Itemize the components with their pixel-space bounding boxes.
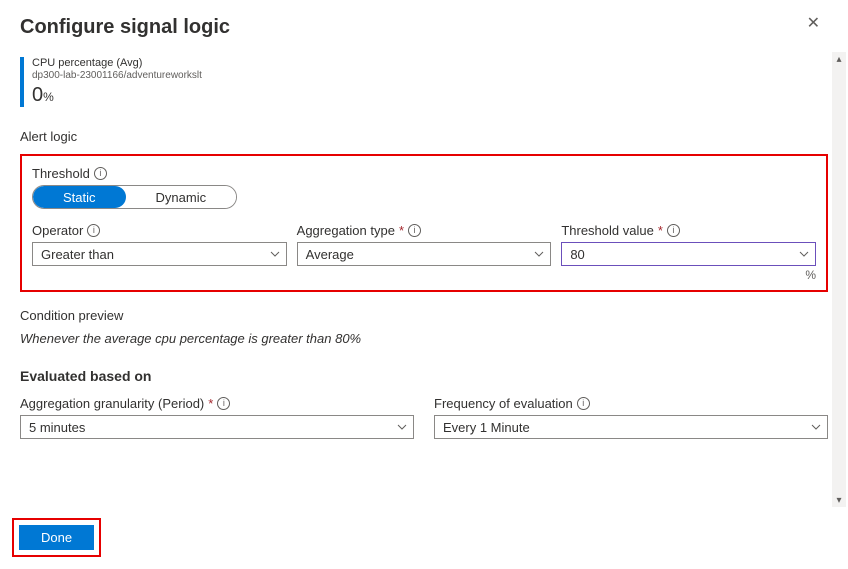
aggregation-select[interactable]: Average xyxy=(297,242,552,266)
condition-preview-label: Condition preview xyxy=(20,308,828,323)
aggregation-value: Average xyxy=(306,247,354,262)
info-icon[interactable]: i xyxy=(217,397,230,410)
aggregation-label: Aggregation type xyxy=(297,223,395,238)
scrollbar[interactable]: ▴ ▾ xyxy=(832,52,846,507)
scroll-down-icon[interactable]: ▾ xyxy=(832,493,846,507)
threshold-value-unit: % xyxy=(561,268,816,282)
metric-value: 0 xyxy=(32,84,43,106)
threshold-dynamic-option[interactable]: Dynamic xyxy=(126,186,237,208)
info-icon[interactable]: i xyxy=(94,167,107,180)
panel-title: Configure signal logic xyxy=(20,16,828,39)
scroll-up-icon[interactable]: ▴ xyxy=(832,52,846,66)
condition-preview-text: Whenever the average cpu percentage is g… xyxy=(20,331,828,346)
threshold-value-label: Threshold value xyxy=(561,223,654,238)
required-marker: * xyxy=(399,223,404,238)
operator-value: Greater than xyxy=(41,247,114,262)
info-icon[interactable]: i xyxy=(408,224,421,237)
granularity-value: 5 minutes xyxy=(29,420,85,435)
close-icon[interactable]: ✕ xyxy=(807,16,820,32)
operator-select[interactable]: Greater than xyxy=(32,242,287,266)
info-icon[interactable]: i xyxy=(667,224,680,237)
granularity-select[interactable]: 5 minutes xyxy=(20,415,414,439)
frequency-value: Every 1 Minute xyxy=(443,420,530,435)
done-button[interactable]: Done xyxy=(19,525,94,550)
info-icon[interactable]: i xyxy=(87,224,100,237)
metric-resource: dp300-lab-23001166/adventureworkslt xyxy=(32,70,202,82)
required-marker: * xyxy=(658,223,663,238)
metric-unit: % xyxy=(43,90,54,104)
done-highlight: Done xyxy=(12,518,101,557)
alert-logic-highlight: Threshold i Static Dynamic Operator i Gr… xyxy=(20,154,828,292)
metric-name: CPU percentage (Avg) xyxy=(32,57,202,70)
operator-label: Operator xyxy=(32,223,83,238)
info-icon[interactable]: i xyxy=(577,397,590,410)
chevron-down-icon xyxy=(397,424,407,430)
frequency-label: Frequency of evaluation xyxy=(434,396,573,411)
chevron-down-icon xyxy=(811,424,821,430)
chevron-down-icon xyxy=(799,251,809,257)
frequency-select[interactable]: Every 1 Minute xyxy=(434,415,828,439)
required-marker: * xyxy=(208,396,213,411)
alert-logic-label: Alert logic xyxy=(20,129,828,144)
threshold-value-input[interactable]: 80 xyxy=(561,242,816,266)
threshold-toggle[interactable]: Static Dynamic xyxy=(32,185,237,209)
threshold-value: 80 xyxy=(570,247,584,262)
chevron-down-icon xyxy=(270,251,280,257)
evaluated-heading: Evaluated based on xyxy=(20,368,828,384)
chevron-down-icon xyxy=(534,251,544,257)
threshold-static-option[interactable]: Static xyxy=(33,186,126,208)
metric-summary: CPU percentage (Avg) dp300-lab-23001166/… xyxy=(20,57,828,107)
granularity-label: Aggregation granularity (Period) xyxy=(20,396,204,411)
threshold-label: Threshold xyxy=(32,166,90,181)
